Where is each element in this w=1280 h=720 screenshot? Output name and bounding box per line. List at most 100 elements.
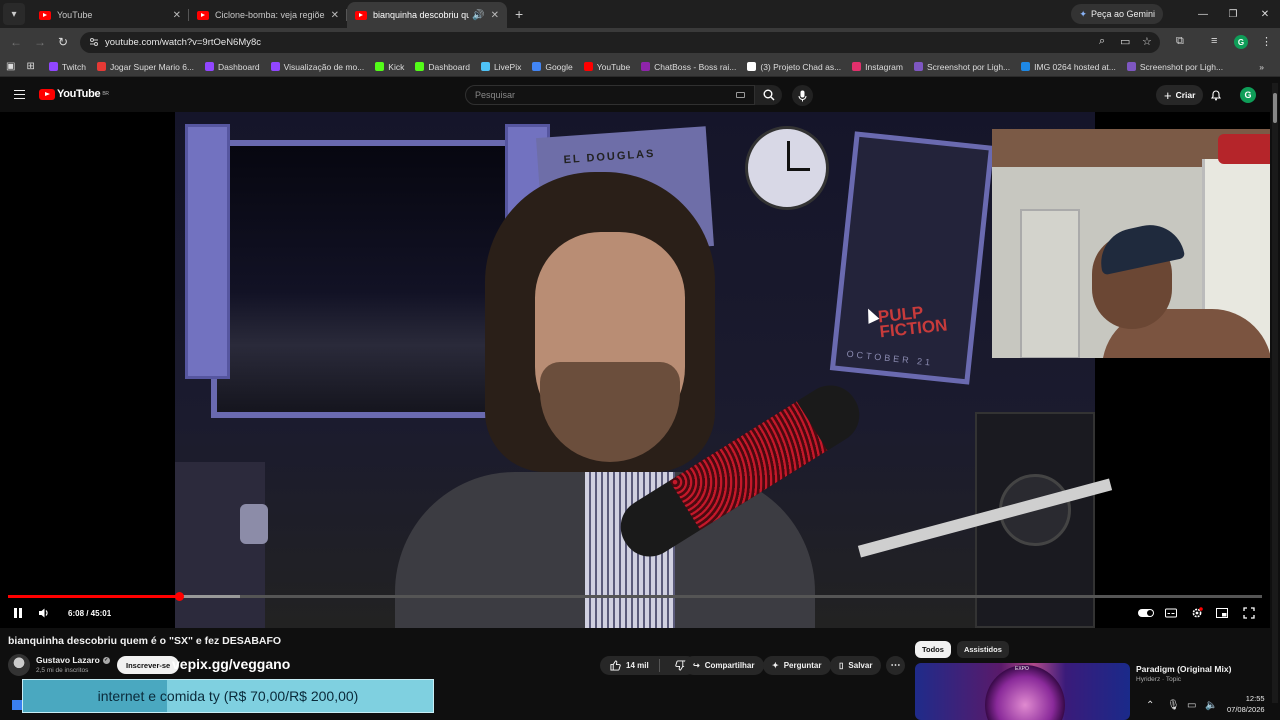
minimize-button[interactable]: — xyxy=(1188,0,1218,28)
search-input[interactable]: Pesquisar xyxy=(465,85,755,105)
bookmark-item[interactable]: Google xyxy=(532,62,573,72)
voice-search-button[interactable] xyxy=(792,85,813,106)
close-tab-icon[interactable]: ✕ xyxy=(491,10,499,21)
video-player[interactable]: EL DOUGLAS PULP FICTION OCTOBER 21 6:08 … xyxy=(0,112,1270,628)
close-window-button[interactable]: ✕ xyxy=(1250,0,1280,28)
youtube-logo[interactable]: YouTube BR xyxy=(39,88,109,100)
bookmark-favicon-icon xyxy=(375,62,385,71)
bookmark-item[interactable]: Visualização de mo... xyxy=(270,62,364,72)
tab-groups-icon[interactable]: ⊞ xyxy=(26,61,34,72)
scene-table xyxy=(175,462,265,628)
bookmark-favicon-icon xyxy=(532,62,542,71)
zoom-icon[interactable]: ⌕ xyxy=(1099,35,1105,48)
tray-network-icon[interactable]: ▭ xyxy=(1187,700,1196,711)
back-arrow-icon[interactable]: ← xyxy=(10,35,22,49)
apps-icon[interactable]: ▣ xyxy=(6,61,15,72)
browser-menu-icon[interactable]: ⋮ xyxy=(1261,35,1272,48)
reload-icon[interactable]: ↻ xyxy=(58,35,68,49)
like-dislike-group: 14 mil xyxy=(600,656,696,675)
bookmark-item[interactable]: (3) Projeto Chad as... xyxy=(747,62,841,72)
speaker-icon[interactable]: 🔊 xyxy=(472,10,484,21)
bookmark-item[interactable]: Kick xyxy=(375,62,404,72)
notifications-bell-icon[interactable] xyxy=(1210,89,1222,101)
taskbar-clock[interactable]: 12:55 07/08/2026 xyxy=(1227,693,1265,715)
save-button[interactable]: ▯ Salvar xyxy=(830,656,882,675)
create-button[interactable]: + Criar xyxy=(1156,85,1204,105)
scene-shutter-left xyxy=(185,124,230,379)
share-button[interactable]: ↪ Compartilhar xyxy=(684,656,764,675)
donation-goal-bar: internet e comida ty (R$ 70,00/R$ 200,00… xyxy=(22,679,434,713)
bookmark-item[interactable]: YouTube xyxy=(583,62,630,72)
url-field[interactable]: youtube.com/watch?v=9rtOeN6My8c xyxy=(80,32,1160,53)
tab-ciclone[interactable]: Ciclone-bomba: veja regiões qu ✕ xyxy=(189,2,347,28)
bookmark-item[interactable]: IMG 0264 hosted at... xyxy=(1021,62,1116,72)
related-video-title[interactable]: Paradigm (Original Mix) xyxy=(1136,664,1231,674)
tray-volume-icon[interactable]: 🔈 xyxy=(1205,700,1217,711)
bookmark-item[interactable]: Instagram xyxy=(852,62,903,72)
miniplayer-icon xyxy=(1216,608,1228,618)
scrubber-handle[interactable] xyxy=(174,592,184,601)
bookmark-item[interactable]: Screenshot por Ligh... xyxy=(913,62,1010,72)
pause-button[interactable] xyxy=(13,606,23,620)
tray-chevron-icon[interactable]: ⌃ xyxy=(1146,700,1154,711)
bookmark-favicon-icon xyxy=(205,62,215,71)
gemini-button[interactable]: ✦ Peça ao Gemini xyxy=(1071,4,1163,24)
bookmark-item[interactable]: Screenshot por Ligh... xyxy=(1126,62,1223,72)
restore-button[interactable]: ❐ xyxy=(1218,0,1248,28)
time-display: 6:08 / 45:01 xyxy=(60,605,120,621)
menu-icon[interactable] xyxy=(14,90,25,99)
account-avatar[interactable]: G xyxy=(1240,87,1256,103)
tab-bianquinha[interactable]: bianquinha descobriu quem 🔊 ✕ xyxy=(347,2,507,28)
bookmark-favicon-icon xyxy=(480,62,490,71)
chip-assistidos[interactable]: Assistidos xyxy=(956,641,1009,658)
fullscreen-button[interactable] xyxy=(1242,606,1256,620)
miniplayer-button[interactable] xyxy=(1215,606,1229,620)
keyboard-icon[interactable] xyxy=(736,92,745,98)
tab-youtube[interactable]: YouTube ✕ xyxy=(31,2,189,28)
close-tab-icon[interactable]: ✕ xyxy=(173,10,181,21)
profile-avatar[interactable]: G xyxy=(1234,35,1248,49)
autoplay-toggle[interactable] xyxy=(1138,609,1154,617)
windows-start-icon[interactable] xyxy=(12,700,22,710)
save-playlist-icon: ▯ xyxy=(839,661,844,670)
related-video-thumbnail[interactable]: EXPO xyxy=(915,663,1130,720)
progress-bar[interactable] xyxy=(8,592,1262,601)
tray-mic-icon[interactable]: 🎙 xyxy=(1167,700,1180,711)
youtube-favicon-icon xyxy=(197,10,209,20)
bookmark-item[interactable]: ChatBoss - Boss rai... xyxy=(641,62,736,72)
bookmark-favicon-icon xyxy=(1126,62,1136,71)
extensions-icon[interactable]: ⧉ xyxy=(1176,35,1184,48)
subtitles-icon xyxy=(1165,608,1177,618)
channel-name[interactable]: Gustavo Lazaro ✓ xyxy=(36,655,110,665)
volume-button[interactable] xyxy=(37,606,51,620)
more-actions-button[interactable]: ⋯ xyxy=(886,656,905,675)
related-filter-chips: Todos Assistidos xyxy=(915,641,1009,658)
bookmark-item[interactable]: Dashboard xyxy=(415,62,470,72)
bookmark-item[interactable]: Jogar Super Mario 6... xyxy=(96,62,194,72)
cast-icon[interactable]: ▭ xyxy=(1120,35,1130,48)
new-tab-button[interactable]: + xyxy=(515,6,523,22)
like-button[interactable]: 14 mil xyxy=(600,659,660,672)
channel-avatar[interactable] xyxy=(8,654,30,676)
media-controls-icon[interactable]: ≡ xyxy=(1211,35,1217,47)
scrollbar-thumb[interactable] xyxy=(1273,93,1277,123)
page-scrollbar[interactable] xyxy=(1272,83,1278,703)
tab-search-button[interactable]: ▾ xyxy=(3,3,25,25)
forward-arrow-icon[interactable]: → xyxy=(34,35,46,49)
site-settings-icon[interactable] xyxy=(89,37,99,47)
bookmark-item[interactable]: Twitch xyxy=(48,62,86,72)
bookmark-item[interactable]: LivePix xyxy=(480,62,521,72)
settings-button[interactable] xyxy=(1190,606,1204,620)
bookmark-star-icon[interactable]: ☆ xyxy=(1142,35,1152,48)
search-button[interactable] xyxy=(755,85,782,105)
subtitles-button[interactable] xyxy=(1164,606,1178,620)
related-video-channel[interactable]: Hyriderz · Topic xyxy=(1136,676,1181,683)
more-bookmarks-icon[interactable]: » xyxy=(1259,62,1264,72)
ask-button[interactable]: ✦ Perguntar xyxy=(763,656,831,675)
chip-todos[interactable]: Todos xyxy=(915,641,951,658)
close-tab-icon[interactable]: ✕ xyxy=(331,10,339,21)
search-icon xyxy=(763,89,774,101)
bookmark-favicon-icon xyxy=(270,62,280,71)
subscribe-button[interactable]: Inscrever-se xyxy=(117,656,180,674)
bookmark-item[interactable]: Dashboard xyxy=(205,62,260,72)
